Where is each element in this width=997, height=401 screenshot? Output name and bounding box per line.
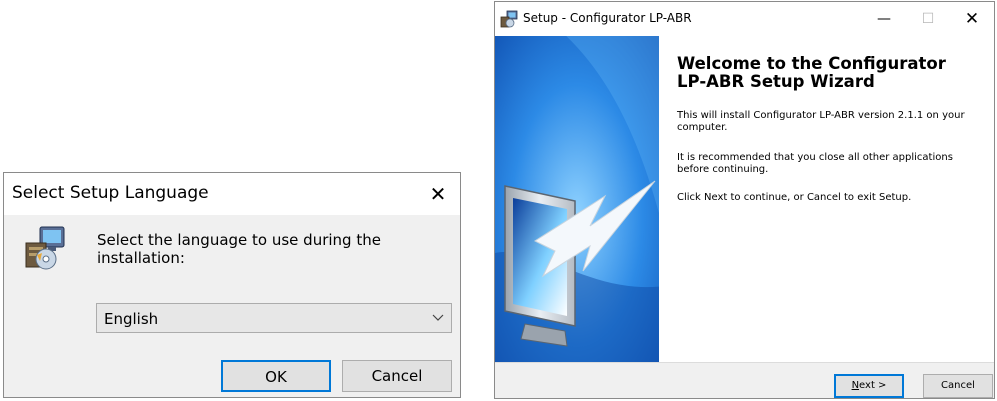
wizard-titlebar: Setup - Configurator LP-ABR — ☐ ✕ bbox=[495, 2, 994, 36]
language-prompt: Select the language to use during the in… bbox=[97, 231, 381, 267]
continue-instructions-text: Click Next to continue, or Cancel to exi… bbox=[677, 192, 912, 203]
maximize-button: ☐ bbox=[921, 11, 935, 27]
close-button[interactable]: ✕ bbox=[416, 173, 460, 215]
cancel-button[interactable]: Cancel bbox=[342, 360, 452, 392]
wizard-close-button[interactable]: ✕ bbox=[950, 2, 994, 36]
next-mnemonic: N bbox=[851, 380, 860, 391]
minimize-button[interactable]: — bbox=[862, 2, 906, 36]
dialog-titlebar: Select Setup Language ✕ bbox=[4, 173, 460, 215]
language-select[interactable]: English bbox=[96, 303, 452, 333]
wizard-side-image bbox=[495, 36, 659, 362]
ok-button[interactable]: OK bbox=[221, 360, 331, 392]
install-info-text: This will install Configurator LP-ABR ve… bbox=[677, 110, 965, 133]
next-label: ext > bbox=[859, 380, 887, 391]
setup-app-icon bbox=[500, 10, 518, 28]
selected-language: English bbox=[104, 310, 159, 328]
wizard-title: Setup - Configurator LP-ABR bbox=[523, 11, 692, 25]
close-apps-text: It is recommended that you close all oth… bbox=[677, 152, 953, 175]
dialog-title: Select Setup Language bbox=[12, 183, 209, 203]
wizard-footer bbox=[495, 362, 994, 398]
wizard-heading: Welcome to the Configurator LP-ABR Setup… bbox=[677, 54, 946, 91]
next-button[interactable]: Next > bbox=[834, 374, 904, 398]
language-dialog: Select Setup Language ✕ Select the langu… bbox=[3, 172, 461, 398]
chevron-down-icon bbox=[432, 314, 444, 321]
setup-installer-icon bbox=[25, 226, 65, 270]
wizard-cancel-button[interactable]: Cancel bbox=[923, 374, 993, 398]
setup-wizard-window: Setup - Configurator LP-ABR — ☐ ✕ Welcom… bbox=[494, 1, 995, 399]
